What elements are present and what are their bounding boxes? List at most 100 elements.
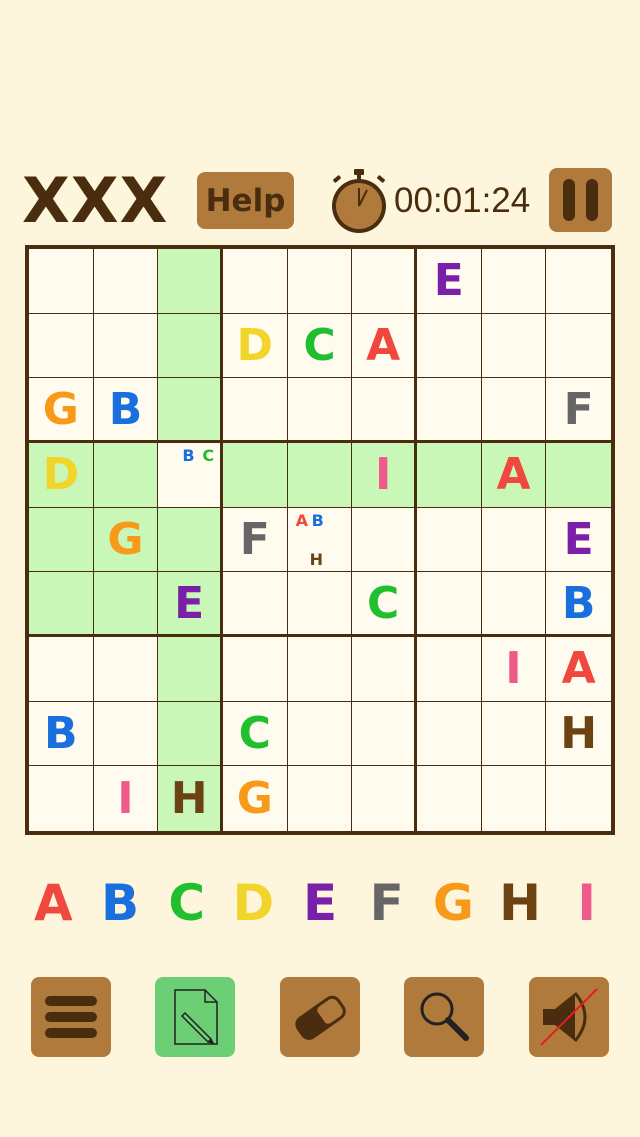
board-cell[interactable]: I — [481, 636, 547, 702]
board-cell[interactable]: F — [222, 507, 288, 573]
board-cell[interactable] — [287, 378, 353, 443]
letter-button-i[interactable]: I — [553, 868, 620, 938]
board-cell[interactable] — [93, 636, 159, 702]
board-cell[interactable] — [481, 507, 547, 573]
board-cell[interactable]: H — [158, 766, 223, 831]
letter-button-a[interactable]: A — [20, 868, 87, 938]
board-cell[interactable]: C — [222, 701, 288, 767]
board-cell[interactable]: C — [352, 572, 417, 637]
board-cell[interactable] — [352, 507, 417, 573]
board-cell[interactable] — [287, 636, 353, 702]
letter-button-g[interactable]: G — [420, 868, 487, 938]
board-cell[interactable] — [287, 572, 353, 637]
board-cell[interactable] — [287, 766, 353, 831]
board-cell[interactable] — [222, 378, 288, 443]
board-cell[interactable]: D — [222, 313, 288, 379]
board-cell[interactable] — [93, 701, 159, 767]
board-cell[interactable] — [158, 313, 223, 379]
board-cell[interactable]: E — [546, 507, 611, 573]
letter-button-e[interactable]: E — [287, 868, 354, 938]
board-cell[interactable]: D — [29, 442, 94, 508]
letter-button-b[interactable]: B — [87, 868, 154, 938]
board-cell[interactable] — [29, 313, 94, 379]
board-cell[interactable] — [29, 572, 94, 637]
board-cell[interactable]: ABH — [287, 507, 353, 573]
board-cell[interactable] — [481, 313, 547, 379]
board-cell[interactable] — [222, 572, 288, 637]
board-cell[interactable]: G — [93, 507, 159, 573]
board-cell[interactable] — [481, 701, 547, 767]
game-timer: 00:01:24 — [394, 181, 531, 220]
board-cell[interactable] — [352, 636, 417, 702]
board-cell[interactable] — [93, 249, 159, 314]
board-cell[interactable] — [416, 701, 482, 767]
board-cell[interactable] — [158, 507, 223, 573]
board-cell[interactable] — [352, 766, 417, 831]
board-cell[interactable] — [416, 507, 482, 573]
letter-button-f[interactable]: F — [353, 868, 420, 938]
board-cell[interactable] — [29, 766, 94, 831]
board-cell[interactable] — [158, 701, 223, 767]
board-cell[interactable] — [546, 313, 611, 379]
board-cell[interactable]: A — [481, 442, 547, 508]
hint-button[interactable] — [404, 977, 484, 1057]
board-cell[interactable] — [546, 766, 611, 831]
board-cell[interactable]: G — [222, 766, 288, 831]
help-button[interactable]: Help — [197, 172, 294, 229]
board-cell[interactable] — [481, 378, 547, 443]
board-cell[interactable]: I — [93, 766, 159, 831]
board-cell[interactable] — [481, 766, 547, 831]
board-cell[interactable]: C — [287, 313, 353, 379]
board-cell[interactable]: E — [416, 249, 482, 314]
board-cell[interactable]: E — [158, 572, 223, 637]
board-cell[interactable] — [287, 442, 353, 508]
board-cell[interactable] — [93, 572, 159, 637]
board-cell[interactable] — [158, 378, 223, 443]
board-cell[interactable]: B — [29, 701, 94, 767]
menu-button[interactable] — [31, 977, 111, 1057]
board-cell[interactable] — [222, 442, 288, 508]
board-cell[interactable] — [287, 249, 353, 314]
cell-letter: C — [367, 577, 400, 629]
board-cell[interactable] — [416, 766, 482, 831]
board-cell[interactable] — [416, 442, 482, 508]
board-cell[interactable] — [222, 249, 288, 314]
board-cell[interactable] — [93, 313, 159, 379]
board-cell[interactable] — [352, 249, 417, 314]
pause-button[interactable] — [549, 168, 612, 232]
board-cell[interactable] — [29, 249, 94, 314]
board-cell[interactable] — [93, 442, 159, 508]
board-cell[interactable] — [29, 636, 94, 702]
board-cell[interactable]: G — [29, 378, 94, 443]
board-cell[interactable] — [158, 249, 223, 314]
sound-toggle-button[interactable] — [529, 977, 609, 1057]
board-cell[interactable]: B — [546, 572, 611, 637]
board-cell[interactable] — [416, 636, 482, 702]
board-cell[interactable] — [352, 701, 417, 767]
board-cell[interactable] — [416, 378, 482, 443]
board-cell[interactable] — [546, 249, 611, 314]
board-cell[interactable]: A — [352, 313, 417, 379]
notes-mode-button[interactable] — [155, 977, 235, 1057]
board-cell[interactable] — [287, 701, 353, 767]
board-cell[interactable] — [416, 572, 482, 637]
board-cell[interactable] — [29, 507, 94, 573]
board-cell[interactable] — [158, 636, 223, 702]
board-cell[interactable] — [481, 249, 547, 314]
board-cell[interactable]: BC — [158, 442, 223, 508]
board-cell[interactable]: F — [546, 378, 611, 443]
letter-picker: ABCDEFGHI — [20, 868, 620, 938]
board-cell[interactable]: A — [546, 636, 611, 702]
board-cell[interactable] — [416, 313, 482, 379]
letter-button-d[interactable]: D — [220, 868, 287, 938]
board-cell[interactable] — [352, 378, 417, 443]
board-cell[interactable]: H — [546, 701, 611, 767]
letter-button-c[interactable]: C — [153, 868, 220, 938]
board-cell[interactable]: I — [352, 442, 417, 508]
board-cell[interactable] — [481, 572, 547, 637]
board-cell[interactable] — [222, 636, 288, 702]
board-cell[interactable]: B — [93, 378, 159, 443]
eraser-button[interactable] — [280, 977, 360, 1057]
board-cell[interactable] — [546, 442, 611, 508]
letter-button-h[interactable]: H — [487, 868, 554, 938]
